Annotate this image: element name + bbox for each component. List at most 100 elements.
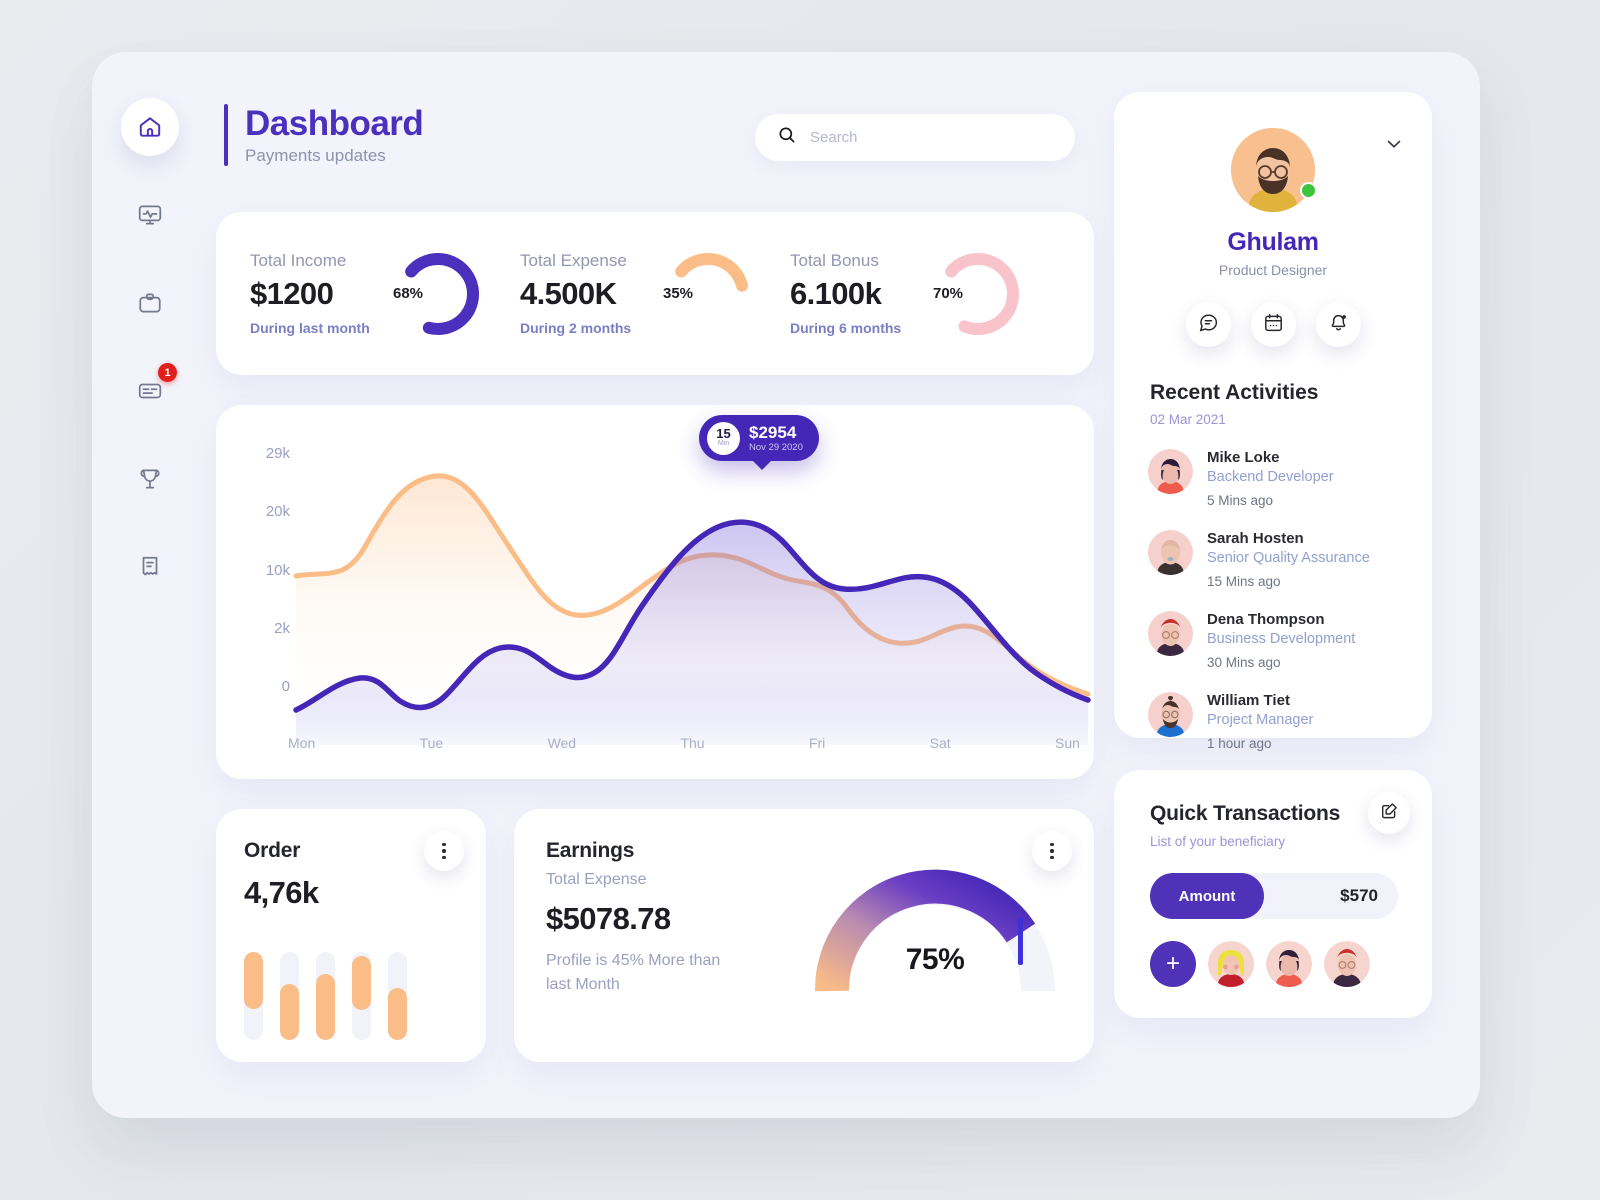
bar-track [352,952,371,1040]
profile-role: Product Designer [1218,262,1328,278]
activity-name: William Tiet [1207,692,1290,709]
activity-name: Dena Thompson [1207,611,1325,628]
profile-card: Ghulam Product Designer Recent Activitie… [1114,92,1432,751]
order-card: Order 4,76k [216,809,486,1062]
donut-chart-bonus: 70% [932,248,1024,340]
activity-time: 30 Mins ago [1207,655,1281,670]
trophy-icon [137,466,163,492]
x-tick: Thu [680,735,705,751]
sidebar-badge-payments: 1 [158,363,177,382]
earnings-note: Profile is 45% More than last Month [546,952,721,993]
amount-label: Amount [1150,873,1264,919]
card-icon [137,378,163,404]
title-accent-bar [224,104,228,167]
screen-root: 1 Dashboard Payments updates Search Tota… [0,0,1600,1200]
stats-card: Total Income $1200 During last month 68%… [216,212,1094,375]
donut-percent: 68% [392,285,424,302]
page-subtitle: Payments updates [245,146,386,166]
sidebar-item-analytics[interactable] [121,186,179,244]
x-tick: Sat [929,735,951,751]
page-header: Dashboard Payments updates [224,104,424,167]
avatar [1148,611,1193,656]
tooltip-unit: Min [717,440,730,448]
amount-value: $570 [1340,886,1378,905]
chart-tooltip: 15 Min $2954 Nov 29 2020 [699,415,819,470]
donut-chart-expense: 35% [662,248,754,340]
amount-row[interactable]: Amount $570 [1150,873,1398,919]
x-tick: Mon [288,735,316,751]
avatar[interactable] [1231,128,1317,212]
area-chart-card: 29k 20k 10k 2k 0 15 Min $2954 Nov 29 202… [216,405,1094,779]
monitor-activity-icon [137,202,163,228]
y-tick: 10k [265,561,290,579]
search-bar[interactable] [755,114,1075,161]
right-column: Ghulam Product Designer Recent Activitie… [1114,92,1432,1018]
stat-total-expense: Total Expense 4.500K During 2 months 35% [520,248,790,340]
activity-time: 5 Mins ago [1207,493,1274,508]
x-tick: Sun [1055,735,1080,751]
activity-role: Project Manager [1207,712,1314,728]
order-value: 4,76k [244,875,319,910]
activity-role: Backend Developer [1207,469,1334,485]
bar-track [244,952,263,1040]
list-item[interactable]: Dena Thompson Business Development 30 Mi… [1148,611,1432,670]
edit-icon [1380,801,1399,825]
profile-name: Ghulam [1227,228,1319,256]
page-title: Dashboard [245,104,424,143]
chart-plot-area [288,405,1094,779]
avatar [1148,692,1193,737]
activity-role: Senior Quality Assurance [1207,550,1370,566]
x-tick: Wed [547,735,577,751]
y-tick: 20k [265,503,290,521]
activity-time: 15 Mins ago [1207,574,1281,589]
avatar [1148,530,1193,575]
donut-percent: 70% [932,285,964,302]
activity-role: Business Development [1207,631,1356,647]
activity-name: Sarah Hosten [1207,530,1304,547]
sidebar-item-invoices[interactable] [121,538,179,596]
chart-y-axis: 29k 20k 10k 2k 0 [244,445,290,695]
list-item[interactable]: Mike Loke Backend Developer 5 Mins ago [1148,449,1432,508]
list-item[interactable]: Sarah Hosten Senior Quality Assurance 15… [1148,530,1432,589]
quick-transactions-subtitle: List of your beneficiary [1150,834,1286,849]
search-input[interactable] [810,129,1053,146]
bar-track [280,952,299,1040]
activity-name: Mike Loke [1207,449,1280,466]
beneficiary-avatar[interactable] [1324,941,1370,987]
sidebar-item-payments[interactable]: 1 [121,362,179,420]
calendar-button[interactable] [1250,302,1296,347]
avatar-image [1231,128,1315,212]
tooltip-badge: 15 Min [707,421,740,455]
recent-activities-title: Recent Activities [1150,381,1319,404]
chevron-down-icon[interactable] [1382,132,1406,156]
home-icon [137,114,163,140]
messages-button[interactable] [1185,302,1231,347]
recent-activities-date: 02 Mar 2021 [1150,412,1226,427]
chart-x-axis: Mon Tue Wed Thu Fri Sat Sun [288,735,1080,751]
earnings-gauge: 75% [810,851,1060,1011]
notifications-button[interactable] [1315,302,1361,347]
beneficiary-avatar[interactable] [1208,941,1254,987]
app-window: 1 Dashboard Payments updates Search Tota… [92,52,1480,1118]
x-tick: Tue [419,735,444,751]
tooltip-date: Nov 29 2020 [749,442,803,454]
avatar [1148,449,1193,494]
beneficiary-avatar[interactable] [1266,941,1312,987]
order-bar-chart [244,952,407,1040]
briefcase-icon [137,290,163,316]
bar-track [388,952,407,1040]
search-icon [777,125,797,150]
bell-icon [1328,312,1349,338]
sidebar-item-rewards[interactable] [121,450,179,508]
stat-total-bonus: Total Bonus 6.100k During 6 months 70% [790,248,1060,340]
edit-button[interactable] [1368,792,1410,834]
sidebar-item-work[interactable] [121,274,179,332]
sidebar-nav: 1 [92,52,208,1118]
status-badge [1300,182,1317,199]
beneficiary-list: + [1150,941,1432,987]
order-menu-button[interactable] [424,831,464,871]
add-beneficiary-button[interactable]: + [1150,941,1196,987]
tooltip-number: 15 [716,426,731,442]
sidebar-item-home[interactable] [121,98,179,156]
list-item[interactable]: William Tiet Project Manager 1 hour ago [1148,692,1432,751]
